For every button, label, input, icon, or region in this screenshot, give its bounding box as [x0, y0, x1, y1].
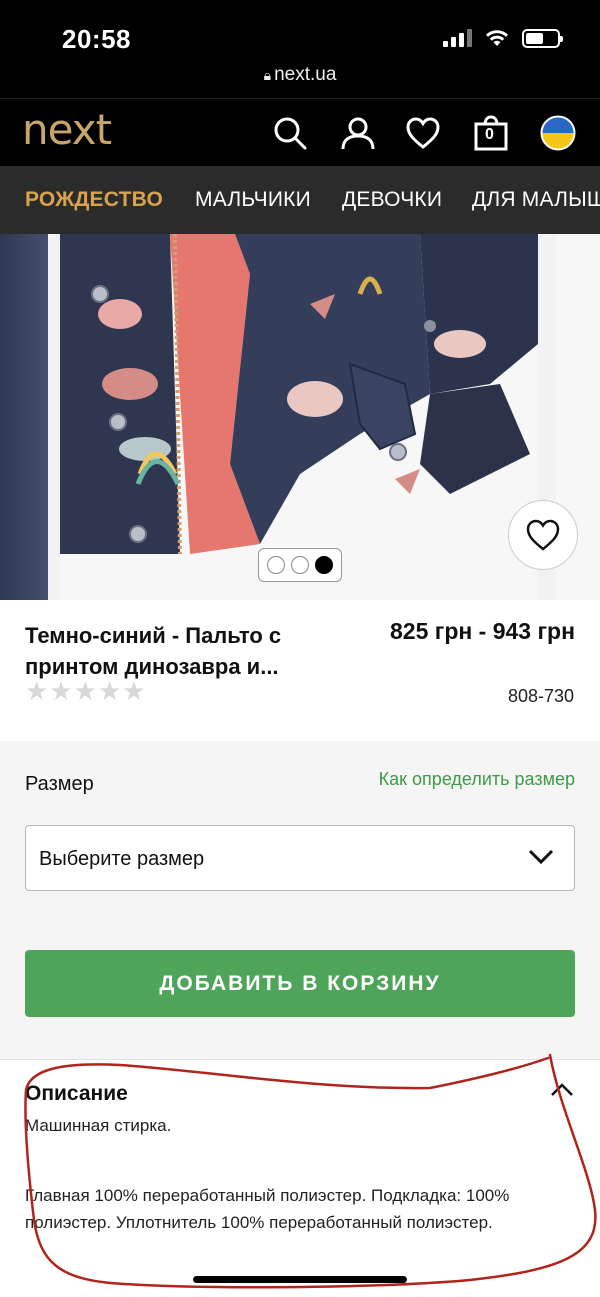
signal-icon [443, 29, 472, 47]
account-icon[interactable] [338, 113, 378, 153]
gallery-dot[interactable] [267, 556, 285, 574]
product-image[interactable] [60, 234, 538, 600]
star-icon: ★ [49, 676, 73, 706]
size-select[interactable]: Выберите размер [25, 825, 575, 891]
main-nav: РОЖДЕСТВО МАЛЬЧИКИ ДЕВОЧКИ ДЛЯ МАЛЫШ [0, 166, 600, 234]
star-icon: ★ [73, 676, 97, 706]
site-header: next 0 [0, 98, 600, 166]
add-to-cart-button[interactable]: ДОБАВИТЬ В КОРЗИНУ [25, 950, 575, 1017]
product-info: Темно-синий - Пальто с принтом динозавра… [0, 600, 600, 741]
size-label: Размер [25, 773, 94, 795]
status-time: 20:58 [62, 24, 131, 54]
gallery-prev-image[interactable] [0, 234, 48, 600]
description-section: Описание Машинная стирка. Главная 100% п… [0, 1059, 600, 1297]
address-bar[interactable]: 🔒︎ next.ua [0, 64, 600, 86]
heart-outline-icon [526, 519, 560, 551]
size-select-value: Выберите размер [39, 848, 205, 870]
chevron-up-icon[interactable] [550, 1082, 574, 1098]
add-to-favourites-button[interactable] [508, 500, 578, 570]
description-title[interactable]: Описание [25, 1082, 128, 1106]
size-guide-link[interactable]: Как определить размер [379, 769, 575, 790]
home-indicator [193, 1276, 407, 1283]
status-icons [443, 28, 563, 48]
battery-icon [522, 28, 563, 48]
gallery-pagination [258, 548, 342, 582]
wifi-icon [486, 30, 508, 46]
nav-item-baby[interactable]: ДЛЯ МАЛЫШ [472, 188, 600, 212]
product-code: 808-730 [507, 686, 574, 706]
status-bar: 20:58 🔒︎ next.ua [0, 0, 600, 98]
product-gallery[interactable] [0, 234, 600, 600]
description-composition: Главная 100% переработанный полиэстер. П… [25, 1186, 510, 1232]
site-logo[interactable]: next [22, 105, 112, 154]
bag-icon[interactable]: 0 [471, 113, 511, 153]
gallery-dot-active[interactable] [315, 556, 333, 574]
heart-icon[interactable] [403, 113, 443, 153]
chevron-down-icon [528, 849, 554, 865]
gallery-dot[interactable] [291, 556, 309, 574]
nav-item-christmas[interactable]: РОЖДЕСТВО [25, 188, 163, 212]
size-section: Размер Как определить размер Выберите ра… [0, 741, 600, 1059]
search-icon[interactable] [270, 113, 310, 153]
description-care: Машинная стирка. [25, 1116, 172, 1135]
rating-stars[interactable]: ★ ★ ★ ★ ★ [25, 678, 146, 704]
star-icon: ★ [25, 676, 49, 706]
nav-item-girls[interactable]: ДЕВОЧКИ [342, 188, 442, 212]
nav-item-boys[interactable]: МАЛЬЧИКИ [195, 188, 311, 212]
cart-count: 0 [485, 126, 494, 143]
url-text: next.ua [274, 64, 337, 85]
flag-icon[interactable] [538, 113, 578, 153]
star-icon: ★ [97, 676, 122, 706]
lock-icon: 🔒︎ [263, 67, 272, 83]
product-title: Темно-синий - Пальто с принтом динозавра… [25, 623, 282, 679]
product-price: 825 грн - 943 грн [389, 618, 575, 644]
star-icon: ★ [122, 676, 146, 706]
